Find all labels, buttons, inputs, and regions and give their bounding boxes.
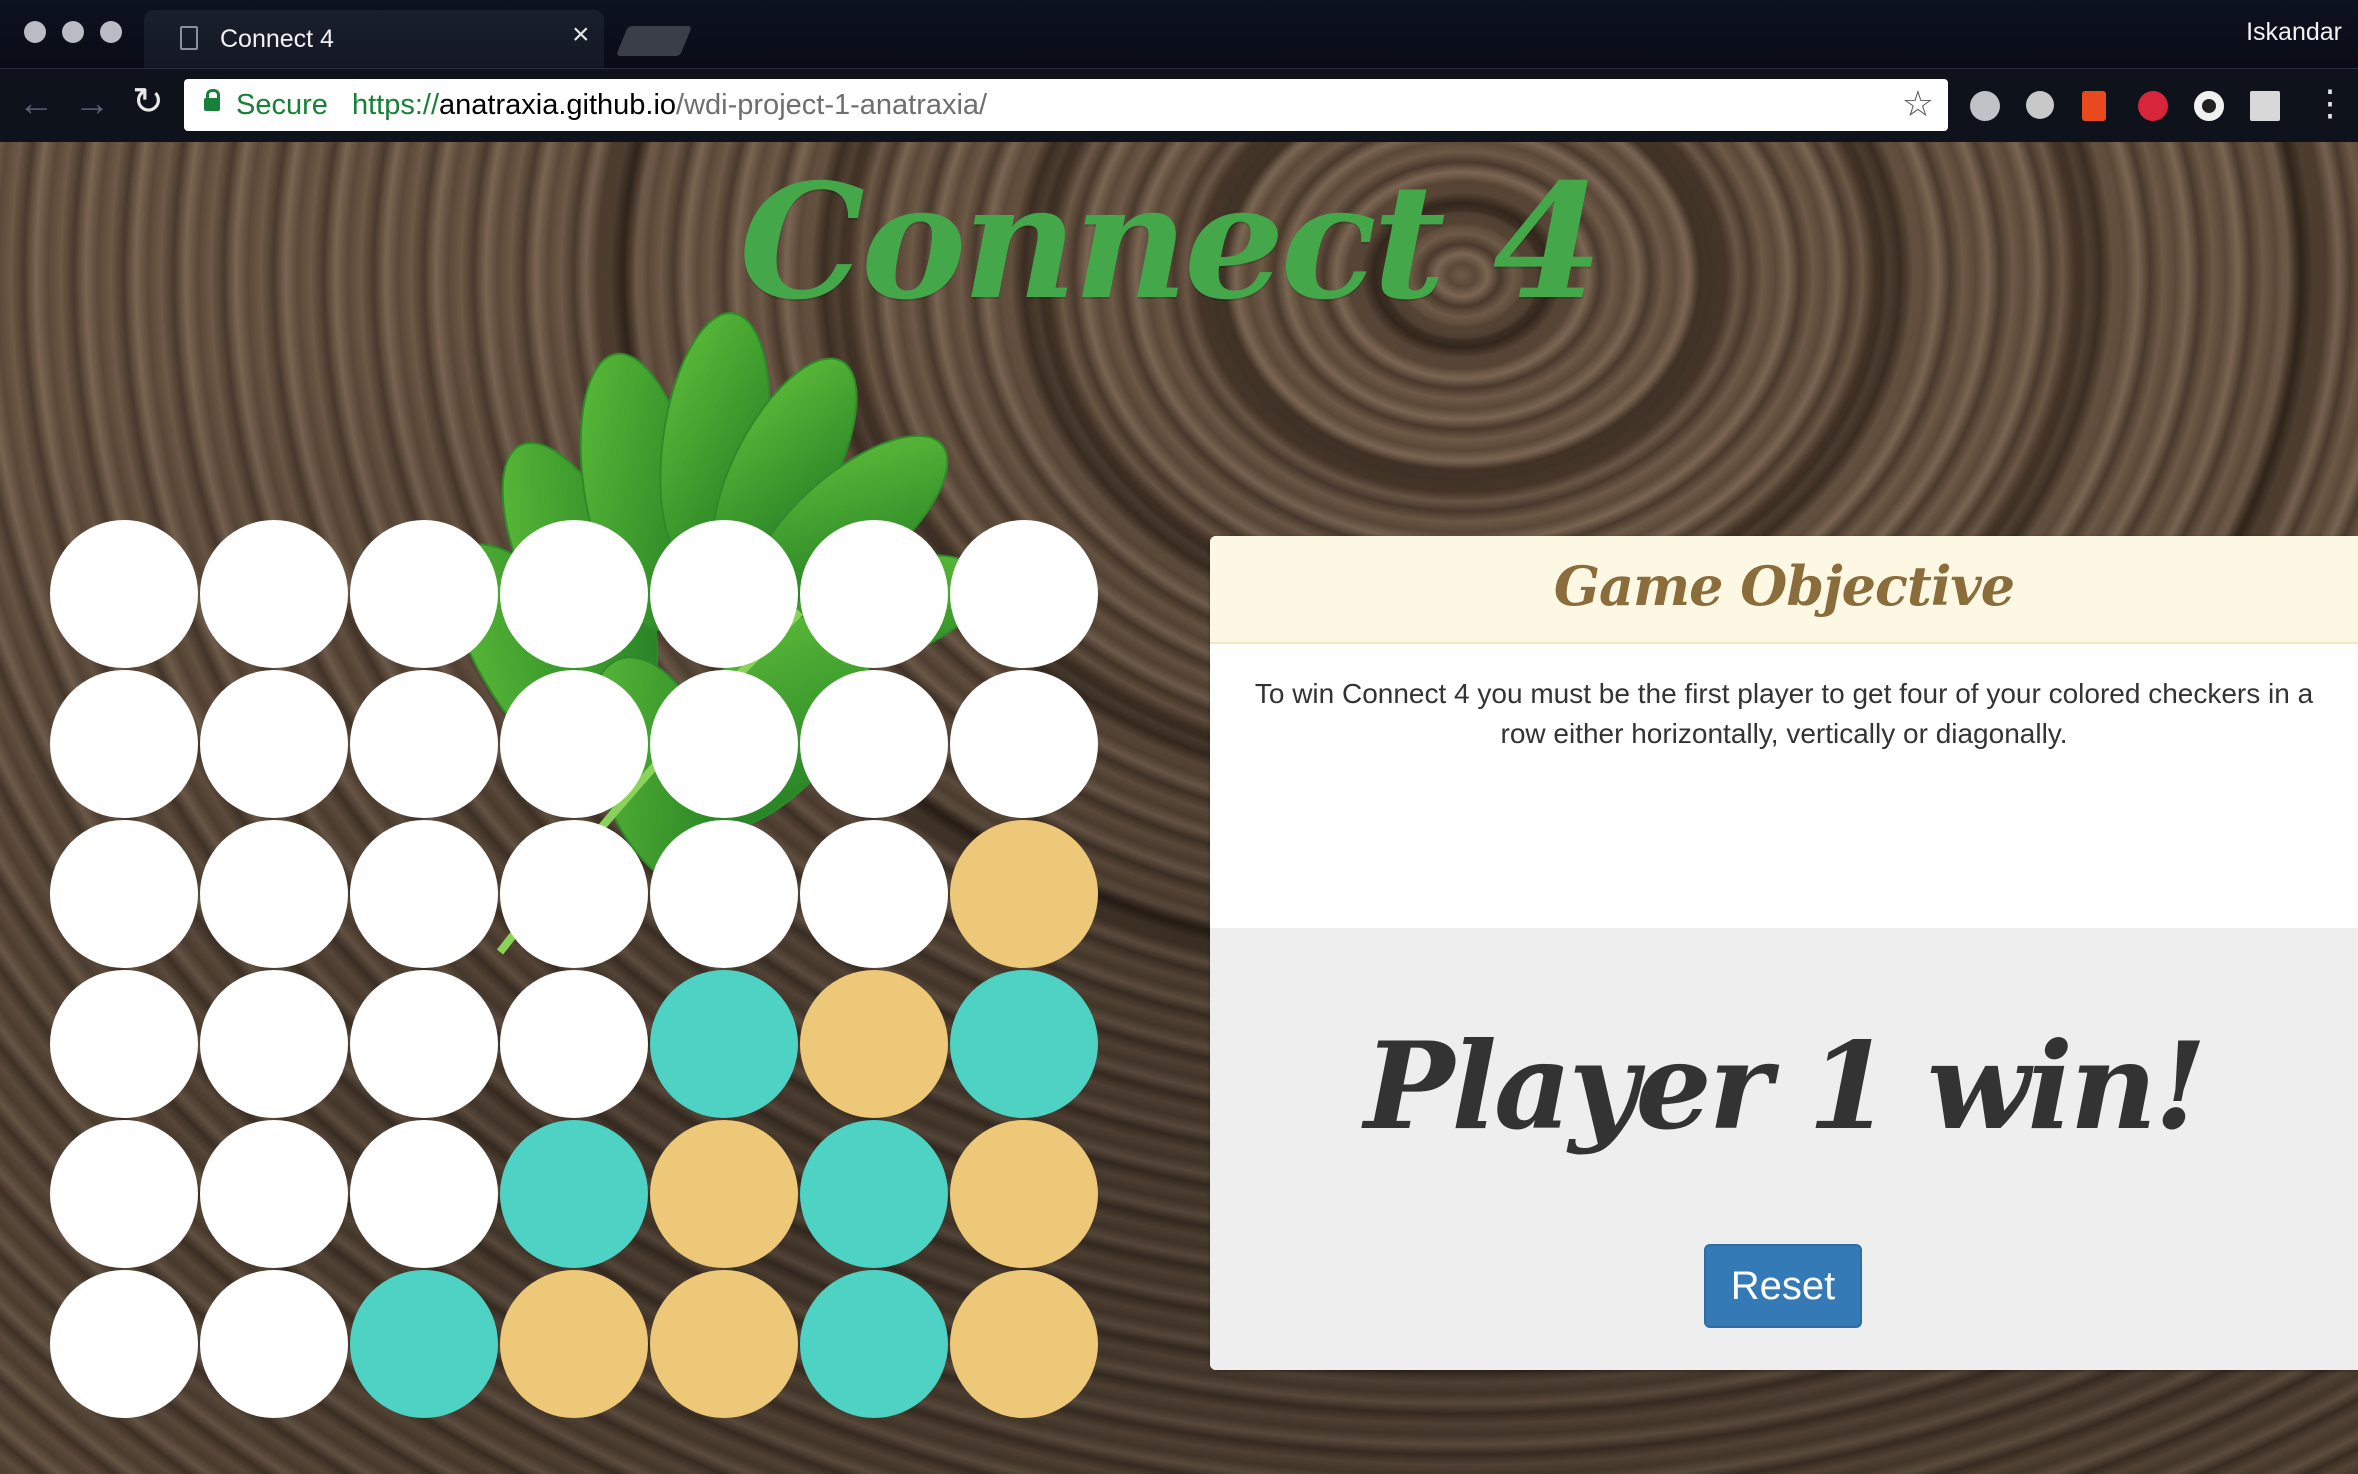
board-cell-player1[interactable]	[950, 820, 1098, 968]
url-host: anatraxia.github.io	[439, 89, 677, 121]
result-message: Player 1 win!	[1364, 1016, 2207, 1157]
board-cell-player1[interactable]	[950, 1120, 1098, 1268]
url-path: /wdi-project-1-anatraxia/	[676, 89, 988, 121]
grey-circle-extension-icon[interactable]	[1970, 91, 2000, 121]
board-cell-player2[interactable]	[350, 1270, 498, 1418]
board-cell-empty[interactable]	[650, 820, 798, 968]
board-cell-empty[interactable]	[200, 970, 348, 1118]
board-cell-empty[interactable]	[950, 520, 1098, 668]
board-cell-empty[interactable]	[800, 520, 948, 668]
board-cell-empty[interactable]	[350, 970, 498, 1118]
page-title-text: Connect 4	[739, 150, 1603, 335]
board-cell-empty[interactable]	[350, 520, 498, 668]
objective-heading: Game Objective	[1553, 554, 2015, 618]
board-cell-empty[interactable]	[500, 970, 648, 1118]
objective-text: To win Connect 4 you must be the first p…	[1254, 678, 2314, 749]
board-cell-player1[interactable]	[950, 1270, 1098, 1418]
browser-tab[interactable]: Connect 4 ×	[144, 10, 604, 68]
reload-icon[interactable]: ↻	[132, 83, 164, 121]
url-scheme: https://	[352, 89, 440, 121]
board-cell-player2[interactable]	[950, 970, 1098, 1118]
board-cell-empty[interactable]	[500, 820, 648, 968]
lock-icon	[204, 89, 220, 111]
board-cell-empty[interactable]	[50, 1120, 198, 1268]
board-cell-empty[interactable]	[800, 670, 948, 818]
reset-button[interactable]: Reset	[1704, 1244, 1862, 1328]
board-cell-empty[interactable]	[50, 970, 198, 1118]
back-arrow-icon[interactable]: ←	[18, 85, 54, 121]
skype-icon[interactable]	[2026, 91, 2054, 119]
close-tab-icon[interactable]: ×	[572, 20, 590, 50]
menu-dots-icon[interactable]: ⋮	[2312, 83, 2348, 123]
grid-extension-icon[interactable]	[2250, 91, 2280, 121]
minimize-window-icon[interactable]	[62, 21, 84, 43]
address-bar[interactable]: Secure https://anatraxia.github.io/wdi-p…	[184, 79, 1948, 131]
board-cell-player1[interactable]	[500, 1270, 648, 1418]
board-cell-player1[interactable]	[650, 1270, 798, 1418]
secure-label: Secure	[236, 89, 328, 121]
board-cell-empty[interactable]	[50, 520, 198, 668]
document-icon	[180, 26, 198, 50]
board-cell-player1[interactable]	[800, 970, 948, 1118]
board-cell-player2[interactable]	[650, 970, 798, 1118]
board-cell-empty[interactable]	[50, 820, 198, 968]
tab-title: Connect 4	[220, 25, 334, 53]
browser-toolbar: ← → ↻ Secure https://anatraxia.github.io…	[0, 68, 2358, 142]
board-cell-empty[interactable]	[950, 670, 1098, 818]
url-text[interactable]: https://anatraxia.github.io/wdi-project-…	[352, 89, 987, 122]
board-cell-empty[interactable]	[200, 1270, 348, 1418]
new-tab-button[interactable]	[615, 26, 693, 56]
board-cell-empty[interactable]	[800, 820, 948, 968]
board-cell-empty[interactable]	[200, 670, 348, 818]
browser-tab-strip: Connect 4 × Iskandar	[0, 0, 2358, 68]
board-cell-player2[interactable]	[800, 1270, 948, 1418]
board-cell-empty[interactable]	[200, 520, 348, 668]
board-cell-player2[interactable]	[800, 1120, 948, 1268]
forward-arrow-icon[interactable]: →	[74, 85, 110, 121]
close-window-icon[interactable]	[24, 21, 46, 43]
objective-panel: Game Objective To win Connect 4 you must…	[1210, 536, 2358, 1370]
office-icon[interactable]	[2082, 91, 2106, 121]
board-cell-empty[interactable]	[200, 1120, 348, 1268]
pinterest-icon[interactable]	[2138, 91, 2168, 121]
board-cell-player1[interactable]	[650, 1120, 798, 1268]
board-cell-empty[interactable]	[650, 520, 798, 668]
board-cell-empty[interactable]	[50, 670, 198, 818]
page-title: Connect 4	[0, 150, 2358, 335]
board-cell-empty[interactable]	[350, 1120, 498, 1268]
board-cell-player2[interactable]	[500, 1120, 648, 1268]
game-board[interactable]	[50, 520, 1100, 1420]
board-cell-empty[interactable]	[200, 820, 348, 968]
bookmark-star-icon[interactable]: ☆	[1902, 83, 1934, 125]
board-cell-empty[interactable]	[500, 520, 648, 668]
board-cell-empty[interactable]	[50, 1270, 198, 1418]
dark-circle-extension-icon[interactable]	[2194, 91, 2224, 121]
board-cell-empty[interactable]	[350, 670, 498, 818]
board-cell-empty[interactable]	[650, 670, 798, 818]
result-area: Player 1 win! Reset	[1210, 928, 2358, 1370]
board-cell-empty[interactable]	[350, 820, 498, 968]
profile-name[interactable]: Iskandar	[2246, 18, 2342, 47]
board-cell-empty[interactable]	[500, 670, 648, 818]
panel-heading: Game Objective	[1210, 536, 2358, 644]
maximize-window-icon[interactable]	[100, 21, 122, 43]
page-background: Connect 4 Game Objective To win Connect …	[0, 142, 2358, 1474]
